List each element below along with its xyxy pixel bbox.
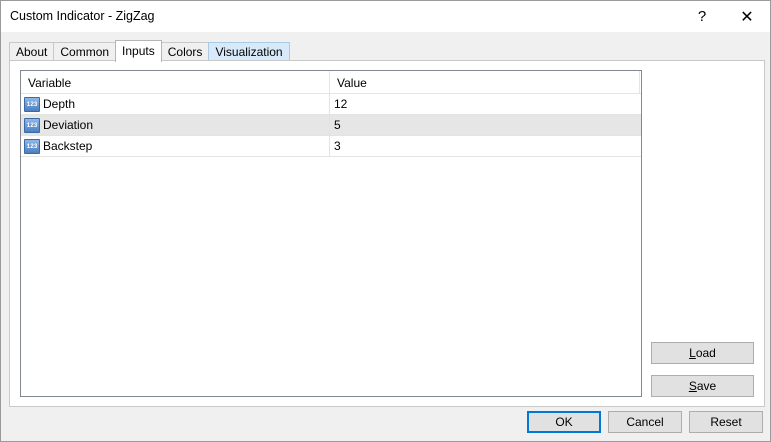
close-button[interactable]: ✕ [724,1,770,32]
help-button[interactable]: ? [679,1,725,32]
inputs-panel: Variable Value 123 Depth 12 123 Deviatio… [9,60,765,407]
numeric-type-icon: 123 [24,118,40,133]
load-label-rest: oad [695,346,716,360]
tab-about[interactable]: About [9,42,55,61]
value-cell[interactable]: 3 [334,136,341,156]
window-title: Custom Indicator - ZigZag [10,9,155,23]
reset-button[interactable]: Reset [689,411,763,433]
tab-colors[interactable]: Colors [160,42,210,61]
value-cell[interactable]: 12 [334,94,347,114]
table-row[interactable]: 123 Backstep 3 [21,136,641,157]
load-button[interactable]: Load [651,342,754,364]
title-bar: Custom Indicator - ZigZag ? ✕ [1,1,770,32]
column-header-value[interactable]: Value [330,71,640,93]
grid-header: Variable Value [21,71,641,94]
load-access-key: L [689,346,696,360]
variable-name: Deviation [43,118,94,132]
save-label-rest: ave [696,379,717,393]
column-header-variable[interactable]: Variable [21,71,330,93]
ok-button[interactable]: OK [527,411,601,433]
table-row[interactable]: 123 Deviation 5 [21,115,641,136]
variable-cell: 123 Depth [21,94,330,114]
tab-visualization[interactable]: Visualization [208,42,290,61]
tab-strip: About Common Inputs Colors Visualization [9,40,290,62]
tab-common[interactable]: Common [53,42,117,61]
cancel-button[interactable]: Cancel [608,411,682,433]
variable-name: Depth [43,97,76,111]
help-icon: ? [697,8,707,25]
variable-cell: 123 Backstep [21,136,330,156]
dialog-window: Custom Indicator - ZigZag ? ✕ About Comm… [0,0,771,442]
variable-name: Backstep [43,139,93,153]
numeric-type-icon: 123 [24,139,40,154]
save-access-key: S [688,379,697,393]
table-row[interactable]: 123 Depth 12 [21,94,641,115]
close-icon: ✕ [740,8,754,26]
value-cell[interactable]: 5 [334,115,341,135]
variable-cell: 123 Deviation [21,115,330,135]
inputs-grid: Variable Value 123 Depth 12 123 Deviatio… [20,70,642,397]
tab-inputs[interactable]: Inputs [115,40,162,62]
numeric-type-icon: 123 [24,97,40,112]
save-button[interactable]: Save [651,375,754,397]
